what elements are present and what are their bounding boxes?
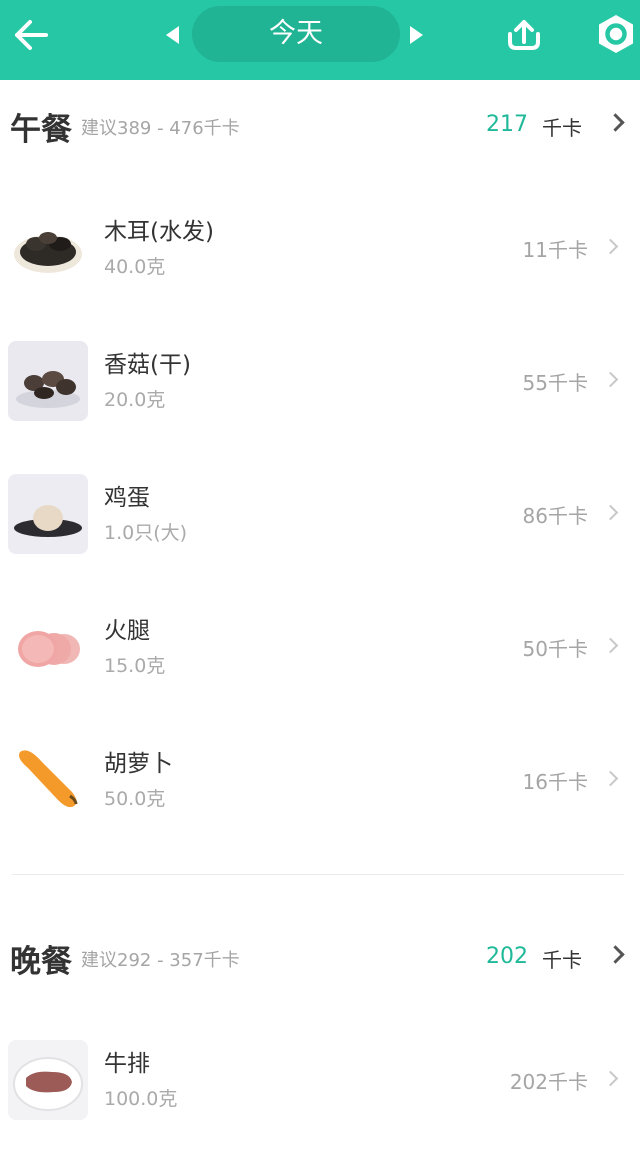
meal-header-dinner[interactable]: 晚餐 建议292 - 357千卡 202 千卡 (0, 928, 640, 988)
food-kcal: 55千卡 (522, 371, 588, 395)
food-name: 火腿 (104, 618, 150, 644)
back-arrow-icon[interactable] (12, 18, 50, 52)
steak-image (8, 1040, 88, 1120)
chevron-right-icon (606, 945, 625, 964)
meal-kcal-unit: 千卡 (542, 116, 582, 140)
prev-day-icon[interactable] (166, 26, 179, 44)
food-name: 木耳(水发) (104, 219, 214, 245)
food-kcal: 11千卡 (522, 238, 588, 262)
food-item[interactable]: 香菇(干) 20.0克 55千卡 (0, 341, 640, 431)
chevron-right-icon (602, 504, 619, 521)
food-item[interactable]: 火腿 15.0克 50千卡 (0, 607, 640, 697)
food-kcal: 16千卡 (522, 770, 588, 794)
meal-title: 晚餐 (10, 944, 72, 980)
next-day-icon[interactable] (410, 26, 423, 44)
food-name: 牛排 (104, 1051, 150, 1077)
food-amount: 15.0克 (104, 655, 166, 677)
chevron-right-icon (602, 770, 619, 787)
food-amount: 1.0只(大) (104, 522, 188, 544)
food-item[interactable]: 鸡蛋 1.0只(大) 86千卡 (0, 474, 640, 564)
chevron-right-icon (602, 371, 619, 388)
food-amount: 20.0克 (104, 389, 166, 411)
food-name: 胡萝卜 (104, 751, 173, 777)
mushroom-image (8, 341, 88, 421)
food-amount: 100.0克 (104, 1088, 178, 1110)
meal-title: 午餐 (10, 112, 72, 148)
food-name: 鸡蛋 (104, 485, 150, 511)
chevron-right-icon (602, 637, 619, 654)
meal-suggestion: 建议389 - 476千卡 (81, 118, 240, 139)
food-name: 香菇(干) (104, 352, 191, 378)
settings-icon[interactable] (594, 12, 638, 56)
ham-image (8, 607, 88, 687)
share-upload-icon[interactable] (502, 12, 546, 56)
top-bar: 今天 (0, 0, 640, 80)
chevron-right-icon (606, 113, 625, 132)
egg-image (8, 474, 88, 554)
chevron-right-icon (602, 1070, 619, 1087)
food-item[interactable]: 木耳(水发) 40.0克 11千卡 (0, 208, 640, 298)
date-selector[interactable]: 今天 (192, 6, 400, 62)
carrot-image (8, 740, 88, 820)
chevron-right-icon (602, 238, 619, 255)
fungus-image (8, 208, 88, 288)
meal-kcal-total: 202 (486, 944, 528, 969)
food-kcal: 86千卡 (522, 504, 588, 528)
meal-kcal-total: 217 (486, 112, 528, 137)
meal-suggestion: 建议292 - 357千卡 (81, 950, 240, 971)
food-kcal: 202千卡 (509, 1070, 588, 1094)
food-amount: 50.0克 (104, 788, 166, 810)
meal-header-lunch[interactable]: 午餐 建议389 - 476千卡 217 千卡 (0, 96, 640, 156)
food-item[interactable]: 牛排 100.0克 202千卡 (0, 1040, 640, 1130)
meal-kcal-unit: 千卡 (542, 948, 582, 972)
food-kcal: 50千卡 (522, 637, 588, 661)
food-item[interactable]: 胡萝卜 50.0克 16千卡 (0, 740, 640, 830)
section-divider (12, 874, 624, 875)
food-amount: 40.0克 (104, 256, 166, 278)
